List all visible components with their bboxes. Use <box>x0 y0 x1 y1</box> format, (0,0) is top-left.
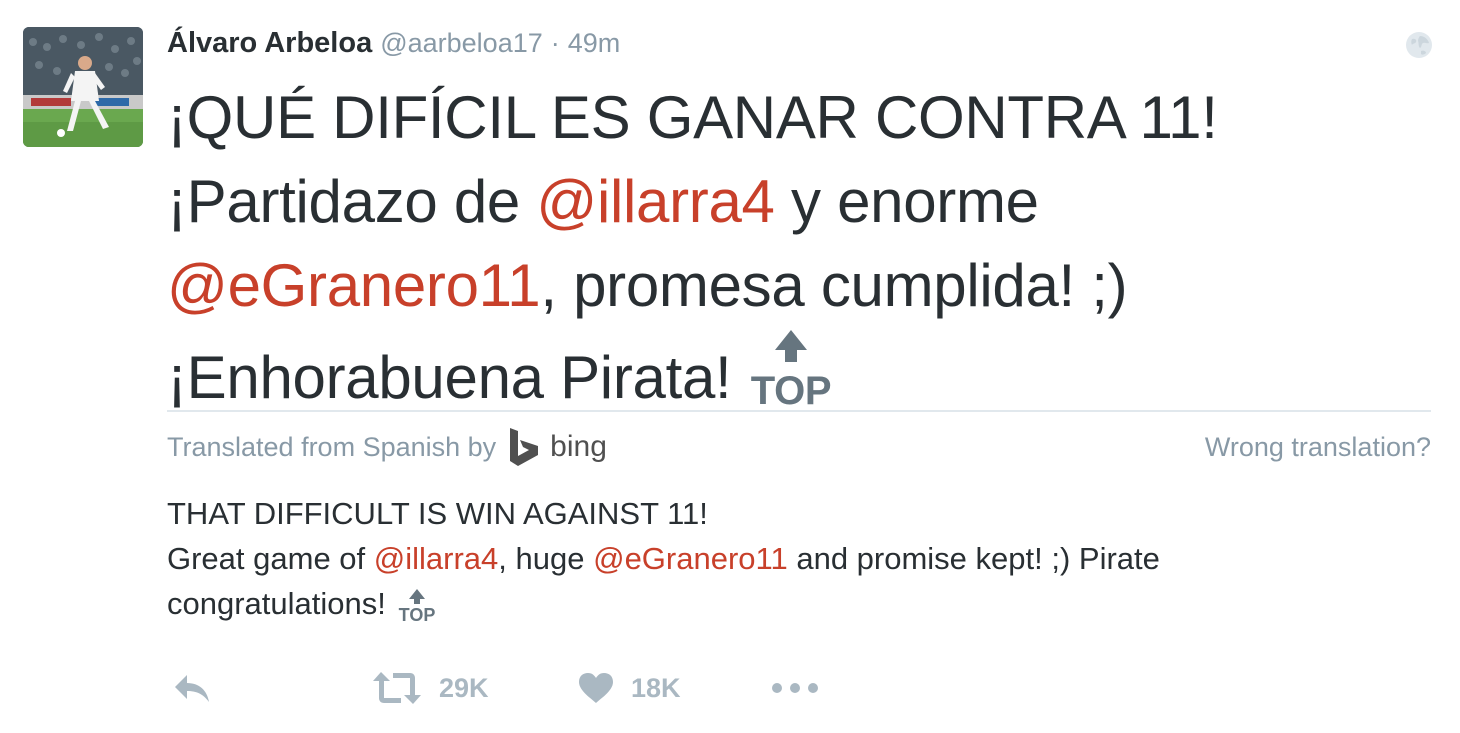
separator-dot: · <box>550 28 560 58</box>
like-count: 18K <box>631 672 681 703</box>
translation-line-3: congratulations! TOP <box>167 581 1387 636</box>
translated-text: THAT DIFFICULT IS WIN AGAINST 11! Great … <box>167 491 1387 636</box>
globe-icon <box>1404 30 1434 60</box>
tweet-line-2-suffix: y enorme <box>774 168 1039 235</box>
tweet-timestamp[interactable]: 49m <box>568 28 621 59</box>
tweet-line-3: @eGranero11, promesa cumplida! ;) <box>167 244 1367 328</box>
reply-button[interactable] <box>171 665 213 711</box>
translation-line-2: Great game of @illarra4, huge @eGranero1… <box>167 536 1387 581</box>
mention-illarra4[interactable]: @illarra4 <box>536 168 775 235</box>
tweet-line-4: ¡Enhorabuena Pirata! TOP <box>167 328 1367 432</box>
avatar[interactable] <box>23 27 143 147</box>
tweet-line-2: ¡Partidazo de @illarra4 y enorme <box>167 160 1367 244</box>
retweet-button[interactable]: 29K <box>371 665 489 711</box>
heart-icon <box>579 673 613 703</box>
tweet-line-3-suffix: , promesa cumplida! ;) <box>540 252 1128 319</box>
translated-from-label: Translated from Spanish by <box>167 431 497 462</box>
top-emoji-small-label: TOP <box>399 605 436 624</box>
tweet-header: Álvaro Arbeloa @aarbeloa17 · 49m <box>167 27 620 67</box>
translation-divider <box>167 410 1431 412</box>
retweet-icon <box>373 672 421 704</box>
reply-icon <box>175 675 209 702</box>
tweet-text: ¡QUÉ DIFÍCIL ES GANAR CONTRA 11! ¡Partid… <box>167 76 1367 432</box>
tweet-line-1: ¡QUÉ DIFÍCIL ES GANAR CONTRA 11! <box>167 84 1218 151</box>
translation-line-2-suffix: and promise kept! ;) Pirate <box>787 541 1160 576</box>
translation-line-2-prefix: Great game of <box>167 541 374 576</box>
more-button[interactable] <box>771 665 819 711</box>
tweet-line-2-prefix: ¡Partidazo de <box>167 168 537 235</box>
more-dots-icon <box>772 683 818 693</box>
author-name[interactable]: Álvaro Arbeloa <box>167 27 372 60</box>
top-arrow-emoji-small: TOP <box>398 588 436 636</box>
wrong-translation-link[interactable]: Wrong translation? <box>1205 425 1431 469</box>
tweet-line-4-text: ¡Enhorabuena Pirata! <box>167 344 732 411</box>
translation-line-2-middle: , huge <box>498 541 594 576</box>
tweet-actions: 29K 18K <box>167 665 867 711</box>
translation-mention-egranero11[interactable]: @eGranero11 <box>593 541 788 576</box>
retweet-count: 29K <box>439 672 489 703</box>
top-arrow-emoji: TOP <box>749 328 833 432</box>
translated-by: Translated from Spanish by bing <box>167 425 607 469</box>
bing-logo-icon: bing <box>508 427 607 467</box>
translation-line-3-text: congratulations! <box>167 586 386 621</box>
translation-mention-illarra4[interactable]: @illarra4 <box>374 541 499 576</box>
mention-egranero11[interactable]: @eGranero11 <box>167 252 541 319</box>
bing-label: bing <box>550 430 607 463</box>
translation-line-1: THAT DIFFICULT IS WIN AGAINST 11! <box>167 496 708 531</box>
like-button[interactable]: 18K <box>577 665 681 711</box>
top-emoji-label: TOP <box>751 369 832 410</box>
author-handle[interactable]: @aarbeloa17 <box>380 28 543 59</box>
